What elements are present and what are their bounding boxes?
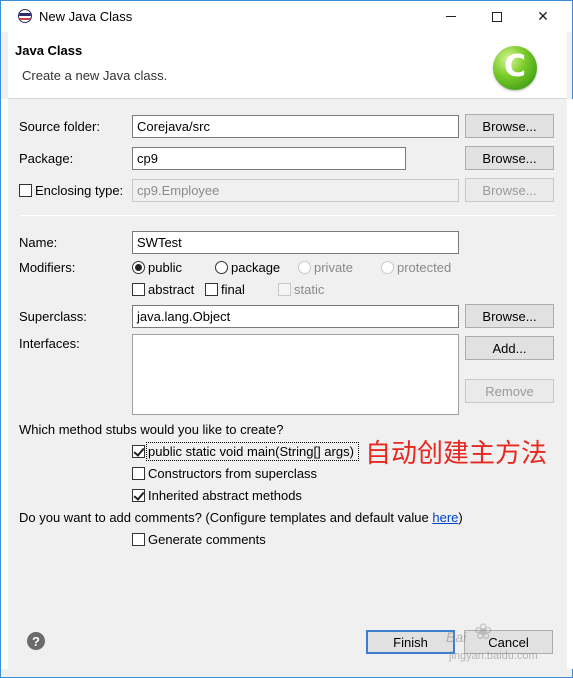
minimize-icon [446,16,456,17]
stub-main-checkbox[interactable] [132,445,145,458]
superclass-browse-button[interactable]: Browse... [465,304,554,328]
annotation-text: 自动创建主方法 [365,439,548,469]
configure-templates-link[interactable]: here [432,510,458,525]
comments-question: Do you want to add comments? (Configure … [19,510,463,525]
modifier-final-label: final [221,282,245,297]
source-folder-browse-button[interactable]: Browse... [465,114,554,138]
source-folder-label: Source folder: [19,119,100,134]
source-folder-input[interactable]: Corejava/src [132,115,459,138]
enclosing-type-input[interactable]: cp9.Employee [132,179,459,202]
generate-comments-label: Generate comments [148,532,266,547]
stub-constructors-label: Constructors from superclass [148,466,318,481]
method-stubs-question: Which method stubs would you like to cre… [19,422,284,437]
modifier-protected-label: protected [397,260,452,275]
name-label: Name: [19,235,58,250]
wizard-content: Source folder: Corejava/src Browse... Pa… [8,99,567,671]
stub-constructors-checkbox[interactable] [132,467,145,480]
modifier-abstract-label: abstract [148,282,195,297]
modifier-private-radio[interactable] [298,261,311,274]
modifier-static-checkbox[interactable] [278,283,291,296]
modifier-package-label: package [231,260,281,275]
enclosing-type-checkbox[interactable] [19,184,32,197]
eclipse-app-icon [18,9,32,23]
java-class-icon: C [493,46,537,90]
interfaces-label: Interfaces: [19,336,80,351]
watermark-brand: Bai [446,629,467,645]
window-title: New Java Class [39,9,133,24]
enclosing-type-label: Enclosing type: [35,183,124,198]
banner-description: Create a new Java class. [22,68,168,83]
separator [19,215,555,216]
maximize-icon [492,11,502,22]
title-bar[interactable]: New Java Class ✕ [1,1,572,32]
modifier-private-label: private [314,260,354,275]
background-editor-left [1,99,8,669]
package-browse-button[interactable]: Browse... [465,146,554,170]
modifier-public-radio[interactable] [132,261,145,274]
enclosing-type-browse-button[interactable]: Browse... [465,178,554,202]
stub-main-label: public static void main(String[] args) [148,444,354,459]
package-input[interactable]: cp9 [132,147,406,170]
baidu-paw-icon: ❀ [474,619,493,644]
wizard-banner: Java Class Create a new Java class. C [8,32,567,99]
help-icon[interactable]: ? [27,632,45,650]
dialog-window: New Java Class ✕ Java Class Create a new… [0,0,573,678]
maximize-button[interactable] [474,1,520,32]
interfaces-list[interactable] [132,334,459,415]
minimize-button[interactable] [428,1,474,32]
class-name-input[interactable]: SWTest [132,231,459,254]
generate-comments-checkbox[interactable] [132,533,145,546]
close-button[interactable]: ✕ [520,1,566,32]
background-editor-right [567,99,573,669]
watermark-text: jingyan.baidu.com [449,650,538,662]
superclass-label: Superclass: [19,309,87,324]
stub-inherited-checkbox[interactable] [132,489,145,502]
modifier-final-checkbox[interactable] [205,283,218,296]
modifier-static-label: static [294,282,325,297]
stub-inherited-label: Inherited abstract methods [148,488,302,503]
banner-title: Java Class [15,43,83,58]
close-icon: ✕ [537,8,549,24]
modifier-abstract-checkbox[interactable] [132,283,145,296]
superclass-input[interactable]: java.lang.Object [132,305,459,328]
remove-interface-button[interactable]: Remove [465,379,554,403]
modifiers-label: Modifiers: [19,260,76,275]
modifier-protected-radio[interactable] [381,261,394,274]
comments-close-paren: ) [458,510,463,525]
add-interface-button[interactable]: Add... [465,336,554,360]
package-label: Package: [19,151,74,166]
modifier-public-label: public [148,260,182,275]
comments-question-text: Do you want to add comments? (Configure … [19,510,433,525]
finish-button[interactable]: Finish [366,630,455,654]
modifier-package-radio[interactable] [215,261,228,274]
